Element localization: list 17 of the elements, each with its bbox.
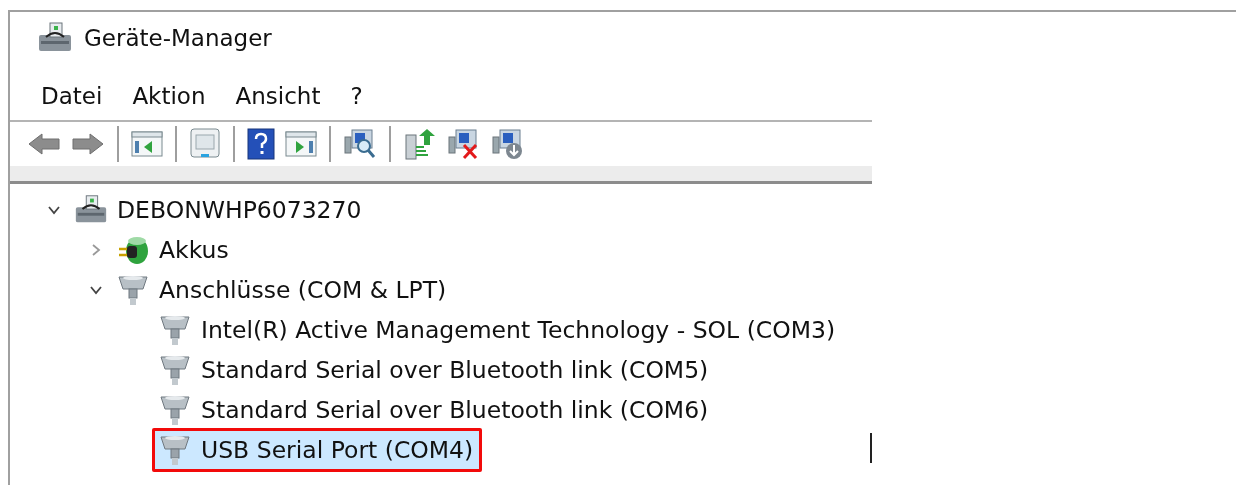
action-pane-icon[interactable] (284, 129, 318, 159)
console-tree-icon[interactable] (130, 129, 164, 159)
menu-item[interactable]: Aktion (132, 83, 206, 109)
properties-icon[interactable] (188, 127, 222, 161)
serial-port-icon (115, 273, 151, 307)
serial-port-icon (157, 433, 193, 467)
menu-item[interactable]: Ansicht (235, 83, 321, 109)
text-cursor (870, 433, 872, 463)
menu-item[interactable]: ? (350, 83, 363, 109)
window-title: Geräte-Manager (84, 25, 272, 51)
help-icon[interactable] (246, 127, 276, 161)
serial-port-icon (157, 393, 193, 427)
tree-item[interactable]: USB Serial Port (COM4) (152, 428, 483, 472)
scan-hardware-icon[interactable] (342, 127, 378, 161)
serial-port-icon (157, 353, 193, 387)
menu-item[interactable]: Datei (41, 83, 103, 109)
serial-port-icon (157, 313, 193, 347)
